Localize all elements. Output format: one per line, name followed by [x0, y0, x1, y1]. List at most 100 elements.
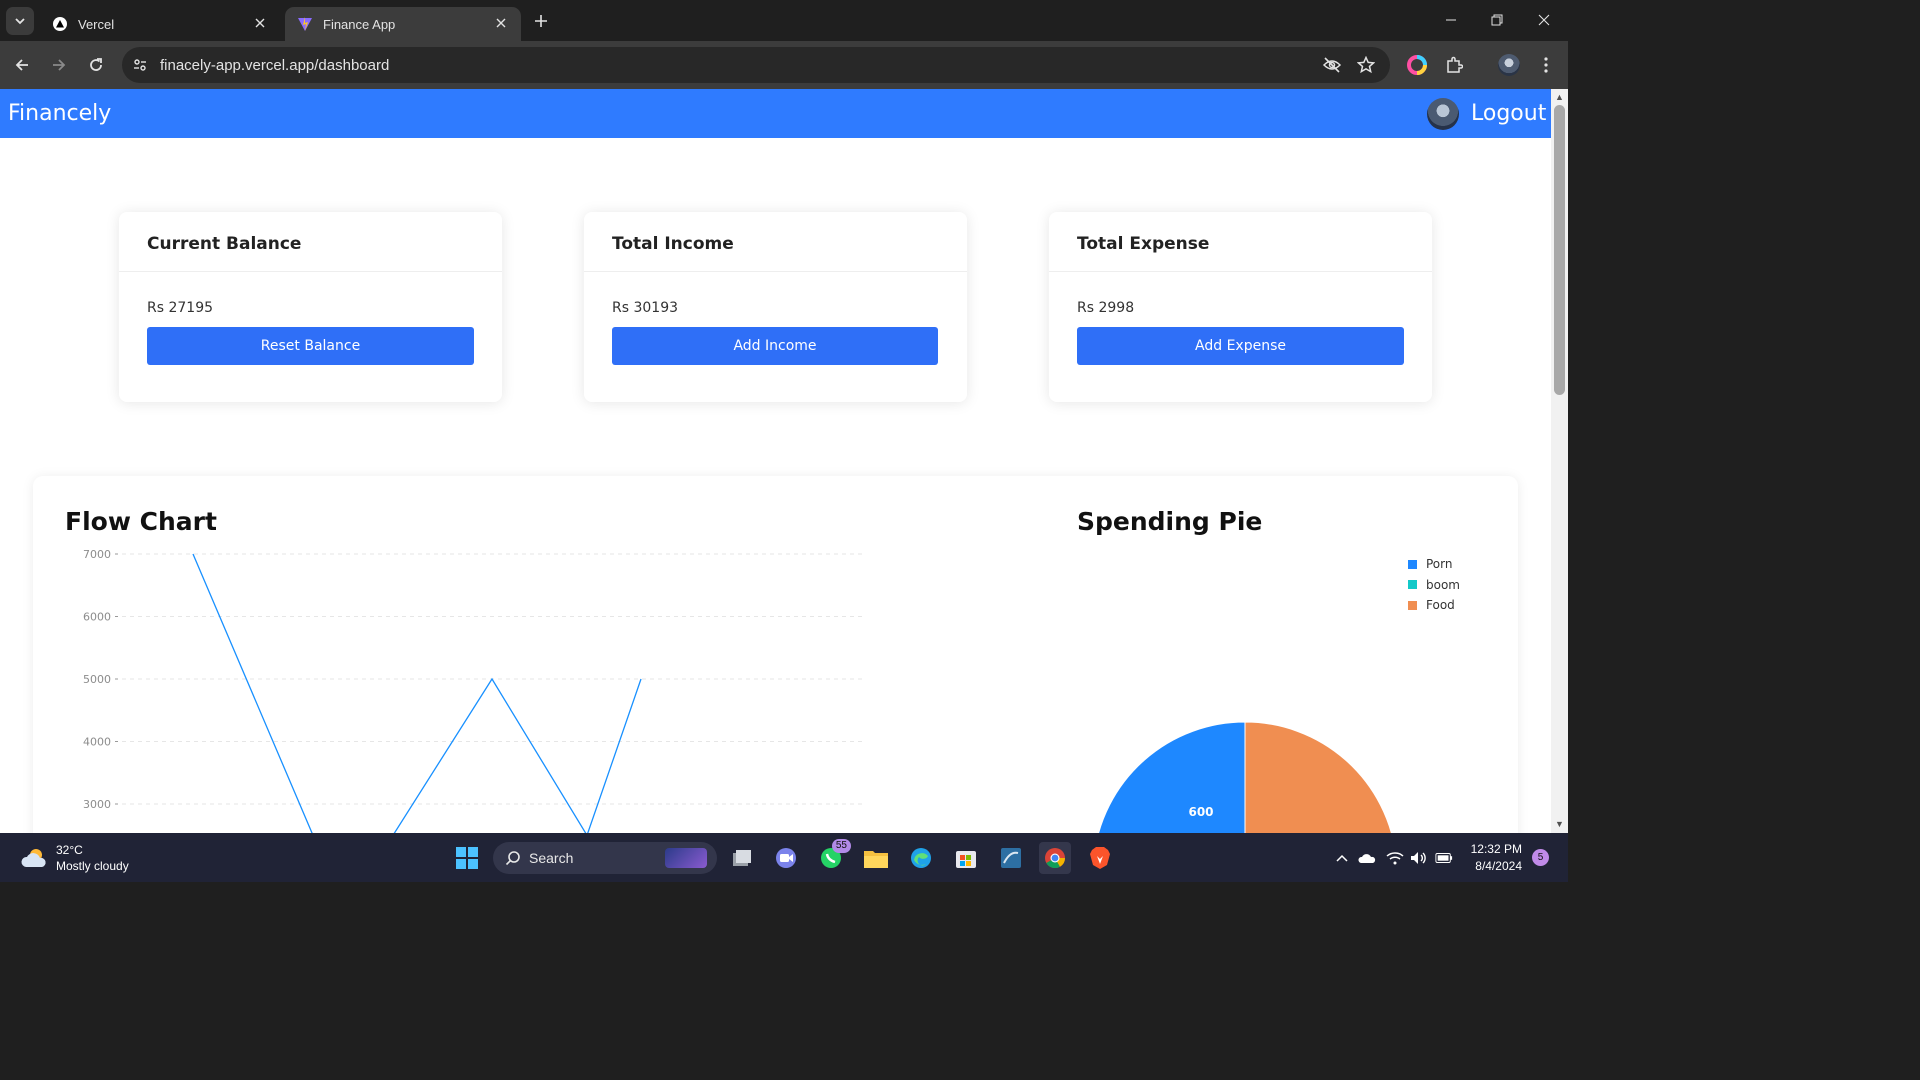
- file-explorer-icon[interactable]: [860, 842, 892, 874]
- weather-widget[interactable]: 32°C Mostly cloudy: [20, 842, 129, 874]
- card-amount: Rs 2998: [1077, 300, 1135, 316]
- taskbar-search[interactable]: Search: [493, 842, 717, 874]
- color-extension-icon[interactable]: [1405, 53, 1429, 77]
- chevron-down-icon: [15, 18, 25, 25]
- wifi-icon[interactable]: [1386, 849, 1404, 867]
- windows-logo-icon: [456, 847, 478, 869]
- eye-slash-icon[interactable]: [1322, 55, 1342, 75]
- weather-temp: 32°C: [56, 843, 83, 857]
- site-settings-icon[interactable]: [130, 55, 150, 75]
- restore-button[interactable]: [1485, 8, 1509, 32]
- clock-date: 8/4/2024: [1475, 859, 1522, 873]
- restore-icon: [1491, 14, 1503, 26]
- page-scrollbar[interactable]: ▲ ▼: [1551, 89, 1568, 833]
- pie-data-label: 600: [1188, 805, 1213, 819]
- plus-icon: [535, 15, 547, 27]
- tab-finance-app[interactable]: Finance App: [285, 7, 521, 41]
- card-title: Total Expense: [1077, 234, 1210, 254]
- tab-title: Finance App: [323, 16, 396, 32]
- start-button[interactable]: [451, 842, 483, 874]
- brave-icon[interactable]: [1084, 842, 1116, 874]
- card-divider: [119, 271, 502, 272]
- search-icon: [505, 851, 520, 866]
- system-clock[interactable]: 12:32 PM 8/4/2024: [1460, 841, 1522, 875]
- flow-chart-title: Flow Chart: [65, 507, 217, 536]
- pie-slice-porn[interactable]: [1094, 721, 1246, 833]
- legend-label: Porn: [1426, 557, 1453, 572]
- edge-icon[interactable]: [905, 842, 937, 874]
- card-amount: Rs 30193: [612, 300, 679, 316]
- add-income-button[interactable]: Add Income: [612, 327, 938, 365]
- legend-label: Food: [1426, 598, 1455, 613]
- card-divider: [584, 271, 967, 272]
- task-view-icon[interactable]: [726, 842, 758, 874]
- legend-item[interactable]: Porn: [1408, 554, 1460, 575]
- y-tick-label: 7000: [83, 548, 111, 561]
- pie-slice-food[interactable]: [1244, 721, 1397, 833]
- legend-item[interactable]: boom: [1408, 575, 1460, 596]
- close-icon: [1538, 14, 1550, 26]
- flow-chart: 7000 6000 5000 4000 3000: [83, 548, 865, 833]
- star-icon[interactable]: [1356, 55, 1376, 75]
- reload-button[interactable]: [82, 51, 110, 79]
- add-expense-button[interactable]: Add Expense: [1077, 327, 1404, 365]
- card-divider: [1049, 271, 1432, 272]
- address-bar[interactable]: finacely-app.vercel.app/dashboard: [122, 47, 1390, 83]
- browser-toolbar: finacely-app.vercel.app/dashboard: [0, 41, 1568, 89]
- notification-badge[interactable]: 5: [1532, 849, 1549, 866]
- y-tick-label: 5000: [83, 673, 111, 686]
- pie-legend: Porn boom Food: [1408, 554, 1460, 616]
- reload-icon: [90, 58, 102, 71]
- url-text: finacely-app.vercel.app/dashboard: [160, 57, 390, 74]
- flow-series-line: [192, 553, 642, 833]
- chevron-up-icon[interactable]: [1333, 849, 1351, 867]
- chrome-icon[interactable]: [1039, 842, 1071, 874]
- logout-button[interactable]: Logout: [1471, 101, 1546, 126]
- vite-icon: [297, 16, 313, 32]
- whatsapp-badge: 55: [831, 839, 851, 853]
- volume-icon[interactable]: [1410, 849, 1428, 867]
- total-income-card: Total Income Rs 30193 Add Income: [584, 212, 967, 402]
- tab-vercel[interactable]: Vercel: [40, 7, 280, 41]
- y-tick-label: 4000: [83, 736, 111, 749]
- tab-title: Vercel: [78, 16, 115, 32]
- back-button[interactable]: [8, 51, 36, 79]
- scrollbar-thumb[interactable]: [1554, 105, 1565, 395]
- profile-avatar-icon[interactable]: [1497, 53, 1521, 77]
- user-avatar[interactable]: [1427, 98, 1459, 130]
- mysql-workbench-icon[interactable]: [995, 842, 1027, 874]
- minimize-button[interactable]: [1439, 8, 1463, 32]
- close-icon[interactable]: [493, 15, 509, 31]
- y-tick-label: 3000: [83, 798, 111, 811]
- battery-icon[interactable]: [1435, 849, 1453, 867]
- forward-button[interactable]: [45, 51, 73, 79]
- teams-icon[interactable]: [770, 842, 802, 874]
- microsoft-store-icon[interactable]: [950, 842, 982, 874]
- arrow-left-icon: [15, 59, 28, 71]
- current-balance-card: Current Balance Rs 27195 Reset Balance: [119, 212, 502, 402]
- close-window-button[interactable]: [1532, 8, 1556, 32]
- search-highlight-image: [665, 848, 707, 868]
- whatsapp-icon[interactable]: 55: [815, 839, 851, 874]
- new-tab-button[interactable]: [530, 10, 552, 32]
- close-icon[interactable]: [252, 15, 268, 31]
- scroll-down-arrow[interactable]: ▼: [1555, 820, 1564, 829]
- reset-balance-button[interactable]: Reset Balance: [147, 327, 474, 365]
- more-menu-icon[interactable]: [1534, 53, 1558, 77]
- scroll-up-arrow[interactable]: ▲: [1555, 93, 1564, 102]
- puzzle-extensions-icon[interactable]: [1442, 53, 1466, 77]
- app-header: Financely Logout: [0, 89, 1551, 138]
- page-viewport: Financely Logout Current Balance Rs 2719…: [0, 89, 1551, 833]
- card-title: Current Balance: [147, 234, 302, 254]
- arrow-right-icon: [53, 59, 66, 71]
- brand-logo[interactable]: Financely: [8, 101, 111, 126]
- weather-desc: Mostly cloudy: [56, 859, 129, 873]
- onedrive-icon[interactable]: [1358, 849, 1376, 867]
- spending-pie-title: Spending Pie: [1077, 507, 1263, 536]
- legend-swatch: [1408, 559, 1417, 569]
- cloud-icon: [21, 849, 46, 867]
- y-tick-label: 6000: [83, 611, 111, 624]
- tab-search-dropdown[interactable]: [6, 7, 34, 35]
- search-label: Search: [529, 850, 574, 866]
- browser-tab-bar: Vercel Finance App: [0, 0, 1568, 41]
